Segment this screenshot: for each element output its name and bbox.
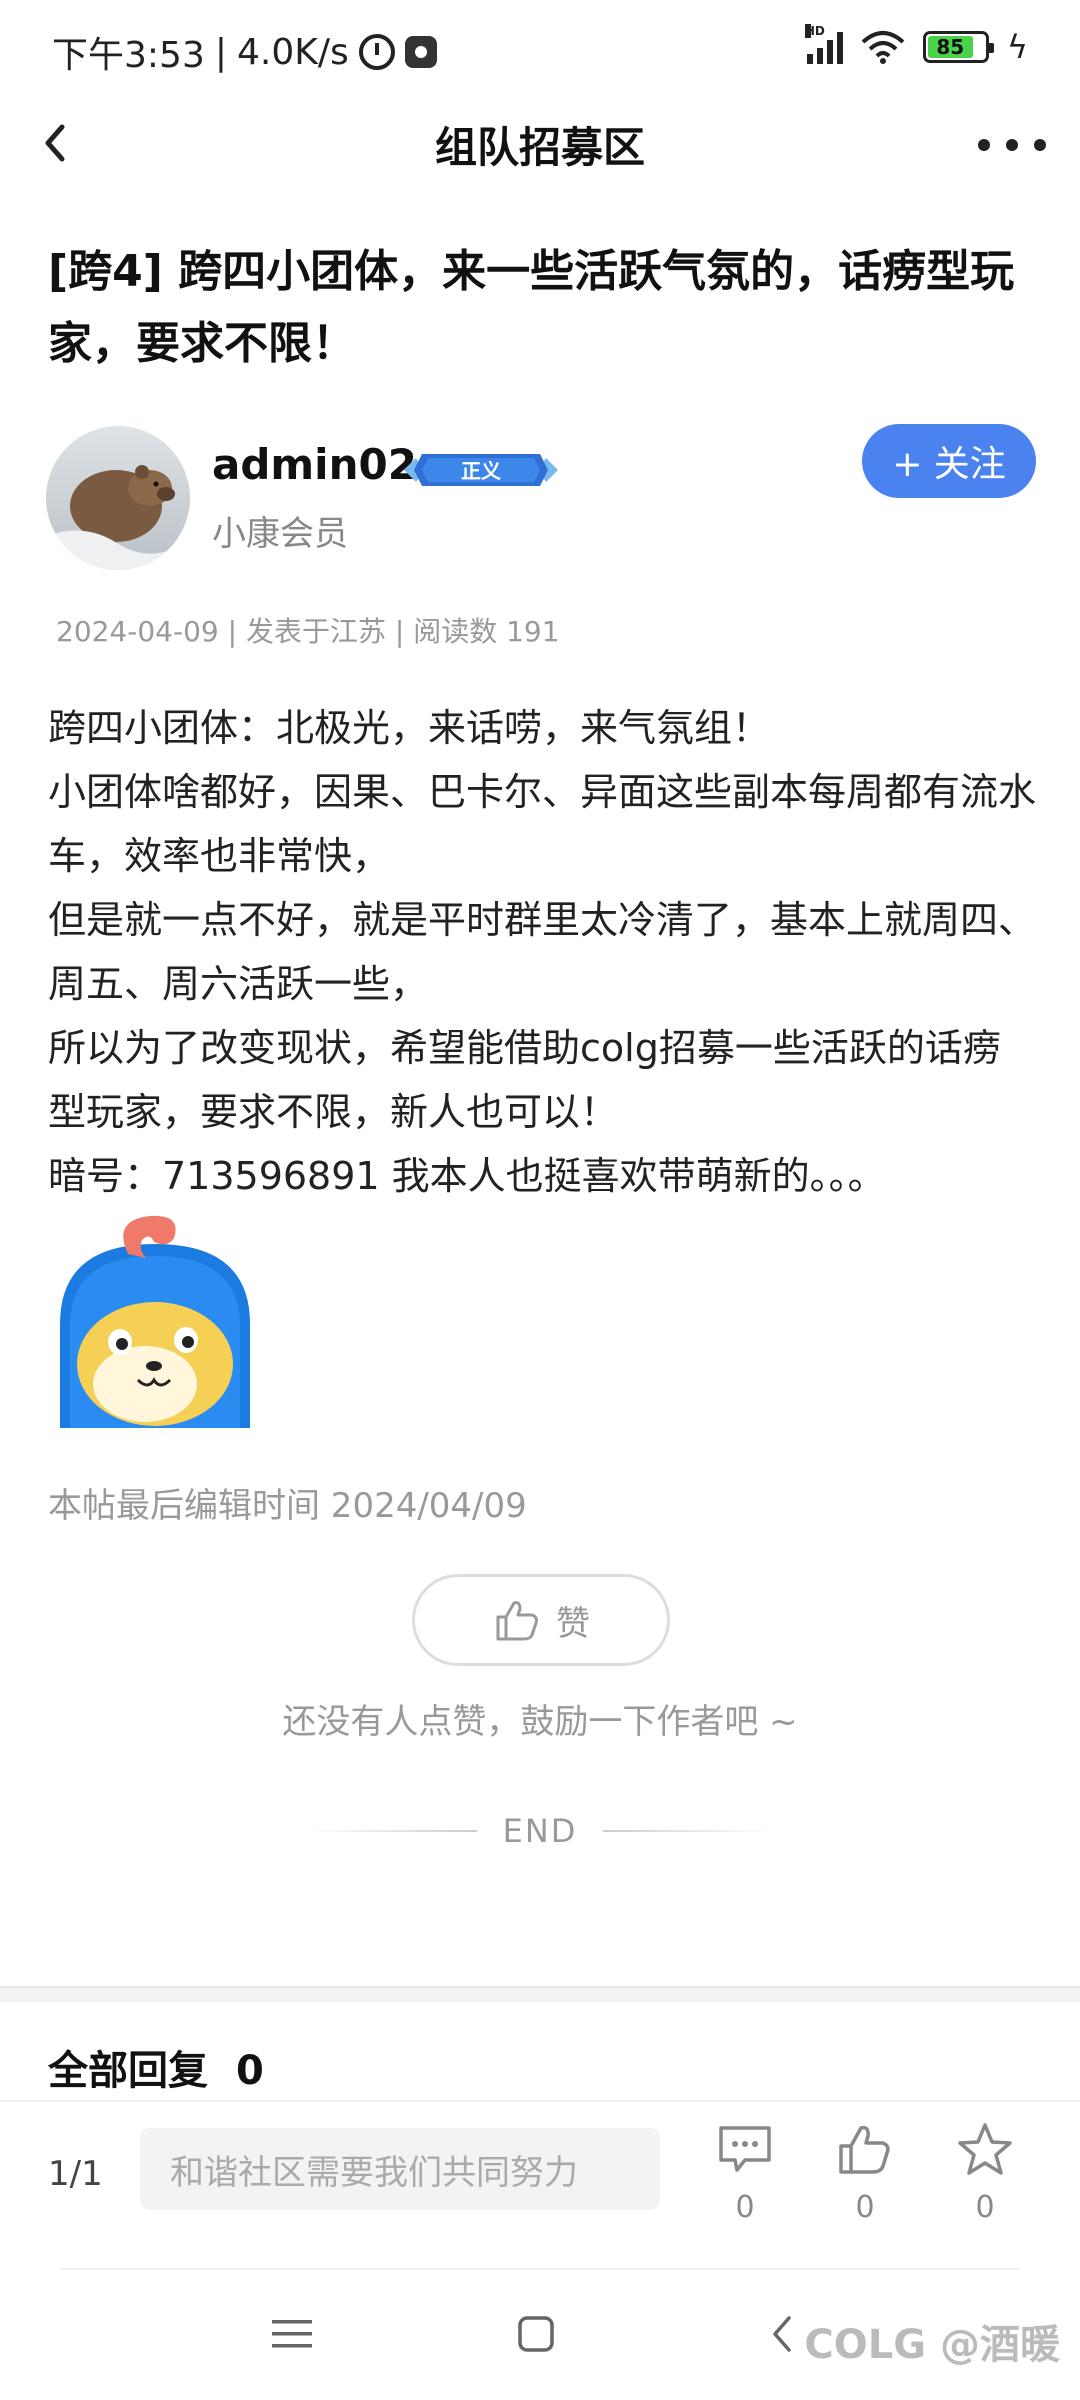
nav-back-button[interactable]: [752, 2304, 812, 2364]
body-paragraph: 但是就一点不好，就是平时群里太冷清了，基本上就周四、周五、周六活跃一些，: [48, 898, 1037, 1006]
replies-header: 全部回复 0: [48, 2038, 264, 2096]
app-notification-icon: [404, 36, 437, 68]
more-icon: [978, 139, 990, 151]
bottom-action-bar: 1/1 和谐社区需要我们共同努力 0 0 0: [0, 2100, 1080, 2268]
post-meta: 2024-04-09 | 发表于江苏 | 阅读数 191: [56, 615, 560, 648]
end-marker: END: [0, 1812, 1080, 1850]
body-paragraph: 暗号：713596891 我本人也挺喜欢带萌新的。。。: [48, 1154, 886, 1198]
author-level: 小康会员: [212, 514, 348, 554]
reply-input[interactable]: 和谐社区需要我们共同努力: [140, 2128, 660, 2210]
charging-icon: ϟ: [1006, 28, 1028, 66]
comment-count: 0: [735, 2190, 755, 2225]
comment-icon: [719, 2126, 771, 2172]
app-header: 组队招募区: [0, 100, 1080, 188]
thumb-up-icon: [839, 2125, 890, 2174]
status-separator: |: [214, 31, 227, 73]
favorite-button[interactable]: 0: [940, 2120, 1030, 2225]
status-right: HD 85 ϟ: [804, 24, 1028, 66]
end-line-right: [603, 1830, 774, 1832]
avatar[interactable]: [46, 426, 190, 570]
body-paragraph: 跨四小团体：北极光，来话唠，来气氛组！: [48, 706, 771, 750]
status-net-speed: 4.0K/s: [236, 31, 349, 73]
favorite-count: 0: [975, 2190, 995, 2225]
like-hint: 还没有人点赞，鼓励一下作者吧 ~: [282, 1702, 798, 1742]
more-button[interactable]: [972, 120, 1052, 170]
like-post-button[interactable]: 赞: [412, 1574, 670, 1666]
post-title: [跨4] 跨四小团体，来一些活跃气氛的，话痨型玩家，要求不限！: [48, 246, 1015, 369]
nav-divider: [60, 2268, 1020, 2270]
nav-menu-button[interactable]: [262, 2304, 322, 2364]
page-title: 组队招募区: [434, 123, 645, 172]
battery-icon: 85: [922, 31, 994, 63]
system-nav-bar: COLG @酒暖: [0, 2268, 1080, 2400]
edit-time: 本帖最后编辑时间 2024/04/09: [48, 1486, 527, 1526]
end-label: END: [502, 1812, 578, 1850]
replies-count: 0: [235, 2048, 264, 2094]
thumb-up-icon: [496, 1601, 538, 1641]
section-divider: [0, 1986, 1080, 2002]
home-icon: [518, 2316, 554, 2352]
like-label: 赞: [556, 1603, 590, 1644]
like-count: 0: [855, 2190, 875, 2225]
watermark: COLG @酒暖: [804, 2322, 1060, 2368]
more-icon-dot: [1034, 139, 1046, 151]
comment-button[interactable]: 0: [700, 2120, 790, 2225]
body-paragraph: 小团体啥都好，因果、巴卡尔、异面这些副本每周都有流水车，效率也非常快，: [48, 770, 1037, 878]
menu-icon: [272, 2320, 312, 2348]
author-badge-icon: 正义: [404, 454, 558, 486]
status-bar: 下午3:53 | 4.0K/s HD 85 ϟ: [0, 0, 1080, 100]
signal-icon: HD: [804, 24, 843, 64]
wifi-icon: [861, 30, 905, 64]
nav-back-icon: [773, 2316, 791, 2352]
post-body: 跨四小团体：北极光，来话唠，来气氛组！ 小团体啥都好，因果、巴卡尔、异面这些副本…: [48, 696, 1038, 1208]
author-name[interactable]: admin02: [212, 440, 417, 489]
star-icon: [958, 2123, 1012, 2175]
end-line-left: [306, 1830, 477, 1832]
sticker-image: [60, 1215, 250, 1428]
alarm-icon: [358, 34, 395, 70]
like-button[interactable]: 0: [820, 2120, 910, 2225]
follow-button[interactable]: + 关注: [862, 424, 1036, 498]
page-indicator[interactable]: 1/1: [48, 2154, 103, 2194]
nav-home-button[interactable]: [506, 2304, 566, 2364]
more-icon-dot: [1006, 139, 1018, 151]
battery-level: 85: [927, 35, 973, 59]
badge-text: 正义: [461, 459, 501, 483]
signal-hd-label: HD: [804, 24, 825, 38]
replies-title: 全部回复: [48, 2048, 208, 2094]
status-left: 下午3:53 | 4.0K/s: [52, 26, 437, 78]
status-time: 下午3:53: [52, 35, 205, 76]
avatar-bear-image: [46, 426, 190, 570]
body-paragraph: 所以为了改变现状，希望能借助colg招募一些活跃的话痨型玩家，要求不限，新人也可…: [48, 1026, 1001, 1134]
